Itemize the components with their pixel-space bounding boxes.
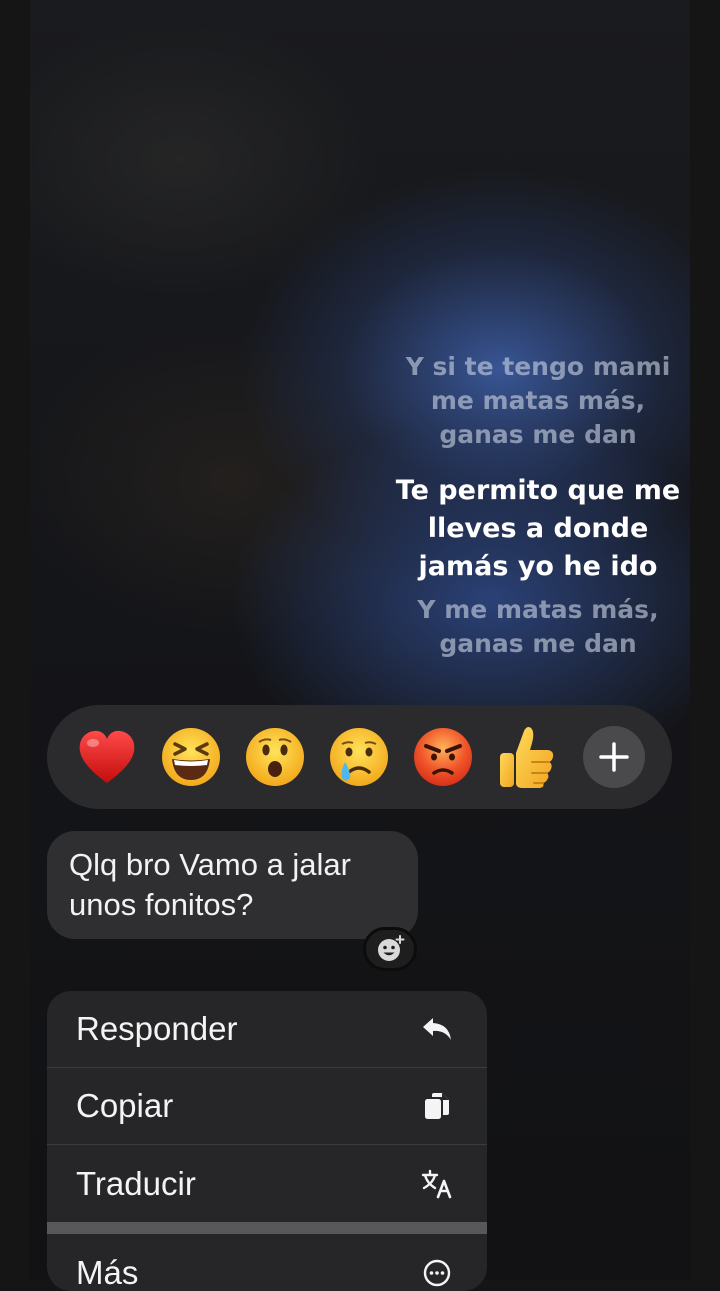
reaction-heart[interactable] [75, 725, 139, 789]
menu-item-copy[interactable]: Copiar [47, 1068, 487, 1145]
menu-item-label: Copiar [76, 1087, 173, 1125]
copy-icon [421, 1090, 453, 1122]
menu-item-label: Responder [76, 1010, 237, 1048]
reaction-thumbs-up[interactable] [495, 725, 559, 789]
lyric-line: lleves a donde [388, 510, 688, 548]
add-reaction-icon [375, 934, 405, 964]
red-heart-icon [77, 729, 137, 785]
lyrics-current: Te permito que me lleves a donde jamás y… [388, 472, 688, 586]
more-icon [421, 1257, 453, 1289]
lyric-line: ganas me dan [388, 627, 688, 661]
plus-icon [597, 740, 631, 774]
lyric-line: Y si te tengo mami [388, 350, 688, 384]
menu-item-more[interactable]: Más [47, 1234, 487, 1291]
lyric-line: Te permito que me [388, 472, 688, 510]
lyric-line: Y me matas más, [388, 593, 688, 627]
lyric-line: jamás yo he ido [388, 548, 688, 586]
crying-face-icon [328, 726, 390, 788]
surprised-face-icon [244, 726, 306, 788]
reply-icon [421, 1013, 453, 1045]
reaction-surprised[interactable] [243, 725, 307, 789]
add-reaction-button[interactable] [363, 927, 417, 971]
lyric-line: ganas me dan [388, 418, 688, 452]
lyrics-previous: Y si te tengo mami me matas más, ganas m… [388, 350, 688, 452]
reaction-bar [47, 705, 672, 809]
lyric-line: me matas más, [388, 384, 688, 418]
menu-item-label: Más [76, 1254, 138, 1291]
menu-item-translate[interactable]: Traducir [47, 1145, 487, 1222]
context-menu: Responder Copiar Traducir Más [47, 991, 487, 1291]
message-line: Qlq bro Vamo a jalar [69, 845, 398, 885]
menu-item-reply[interactable]: Responder [47, 991, 487, 1068]
message-line: unos fonitos? [69, 885, 398, 925]
reaction-angry[interactable] [411, 725, 475, 789]
reaction-crying[interactable] [327, 725, 391, 789]
reaction-laughing[interactable] [159, 725, 223, 789]
lyrics-next: Y me matas más, ganas me dan [388, 593, 688, 661]
more-reactions-button[interactable] [583, 726, 645, 788]
angry-face-icon [412, 726, 474, 788]
message-bubble[interactable]: Qlq bro Vamo a jalar unos fonitos? [47, 831, 418, 939]
menu-separator [47, 1222, 487, 1234]
grinning-squinting-face-icon [160, 726, 222, 788]
thumbs-up-icon [496, 725, 558, 789]
translate-icon [421, 1168, 453, 1200]
menu-item-label: Traducir [76, 1165, 196, 1203]
